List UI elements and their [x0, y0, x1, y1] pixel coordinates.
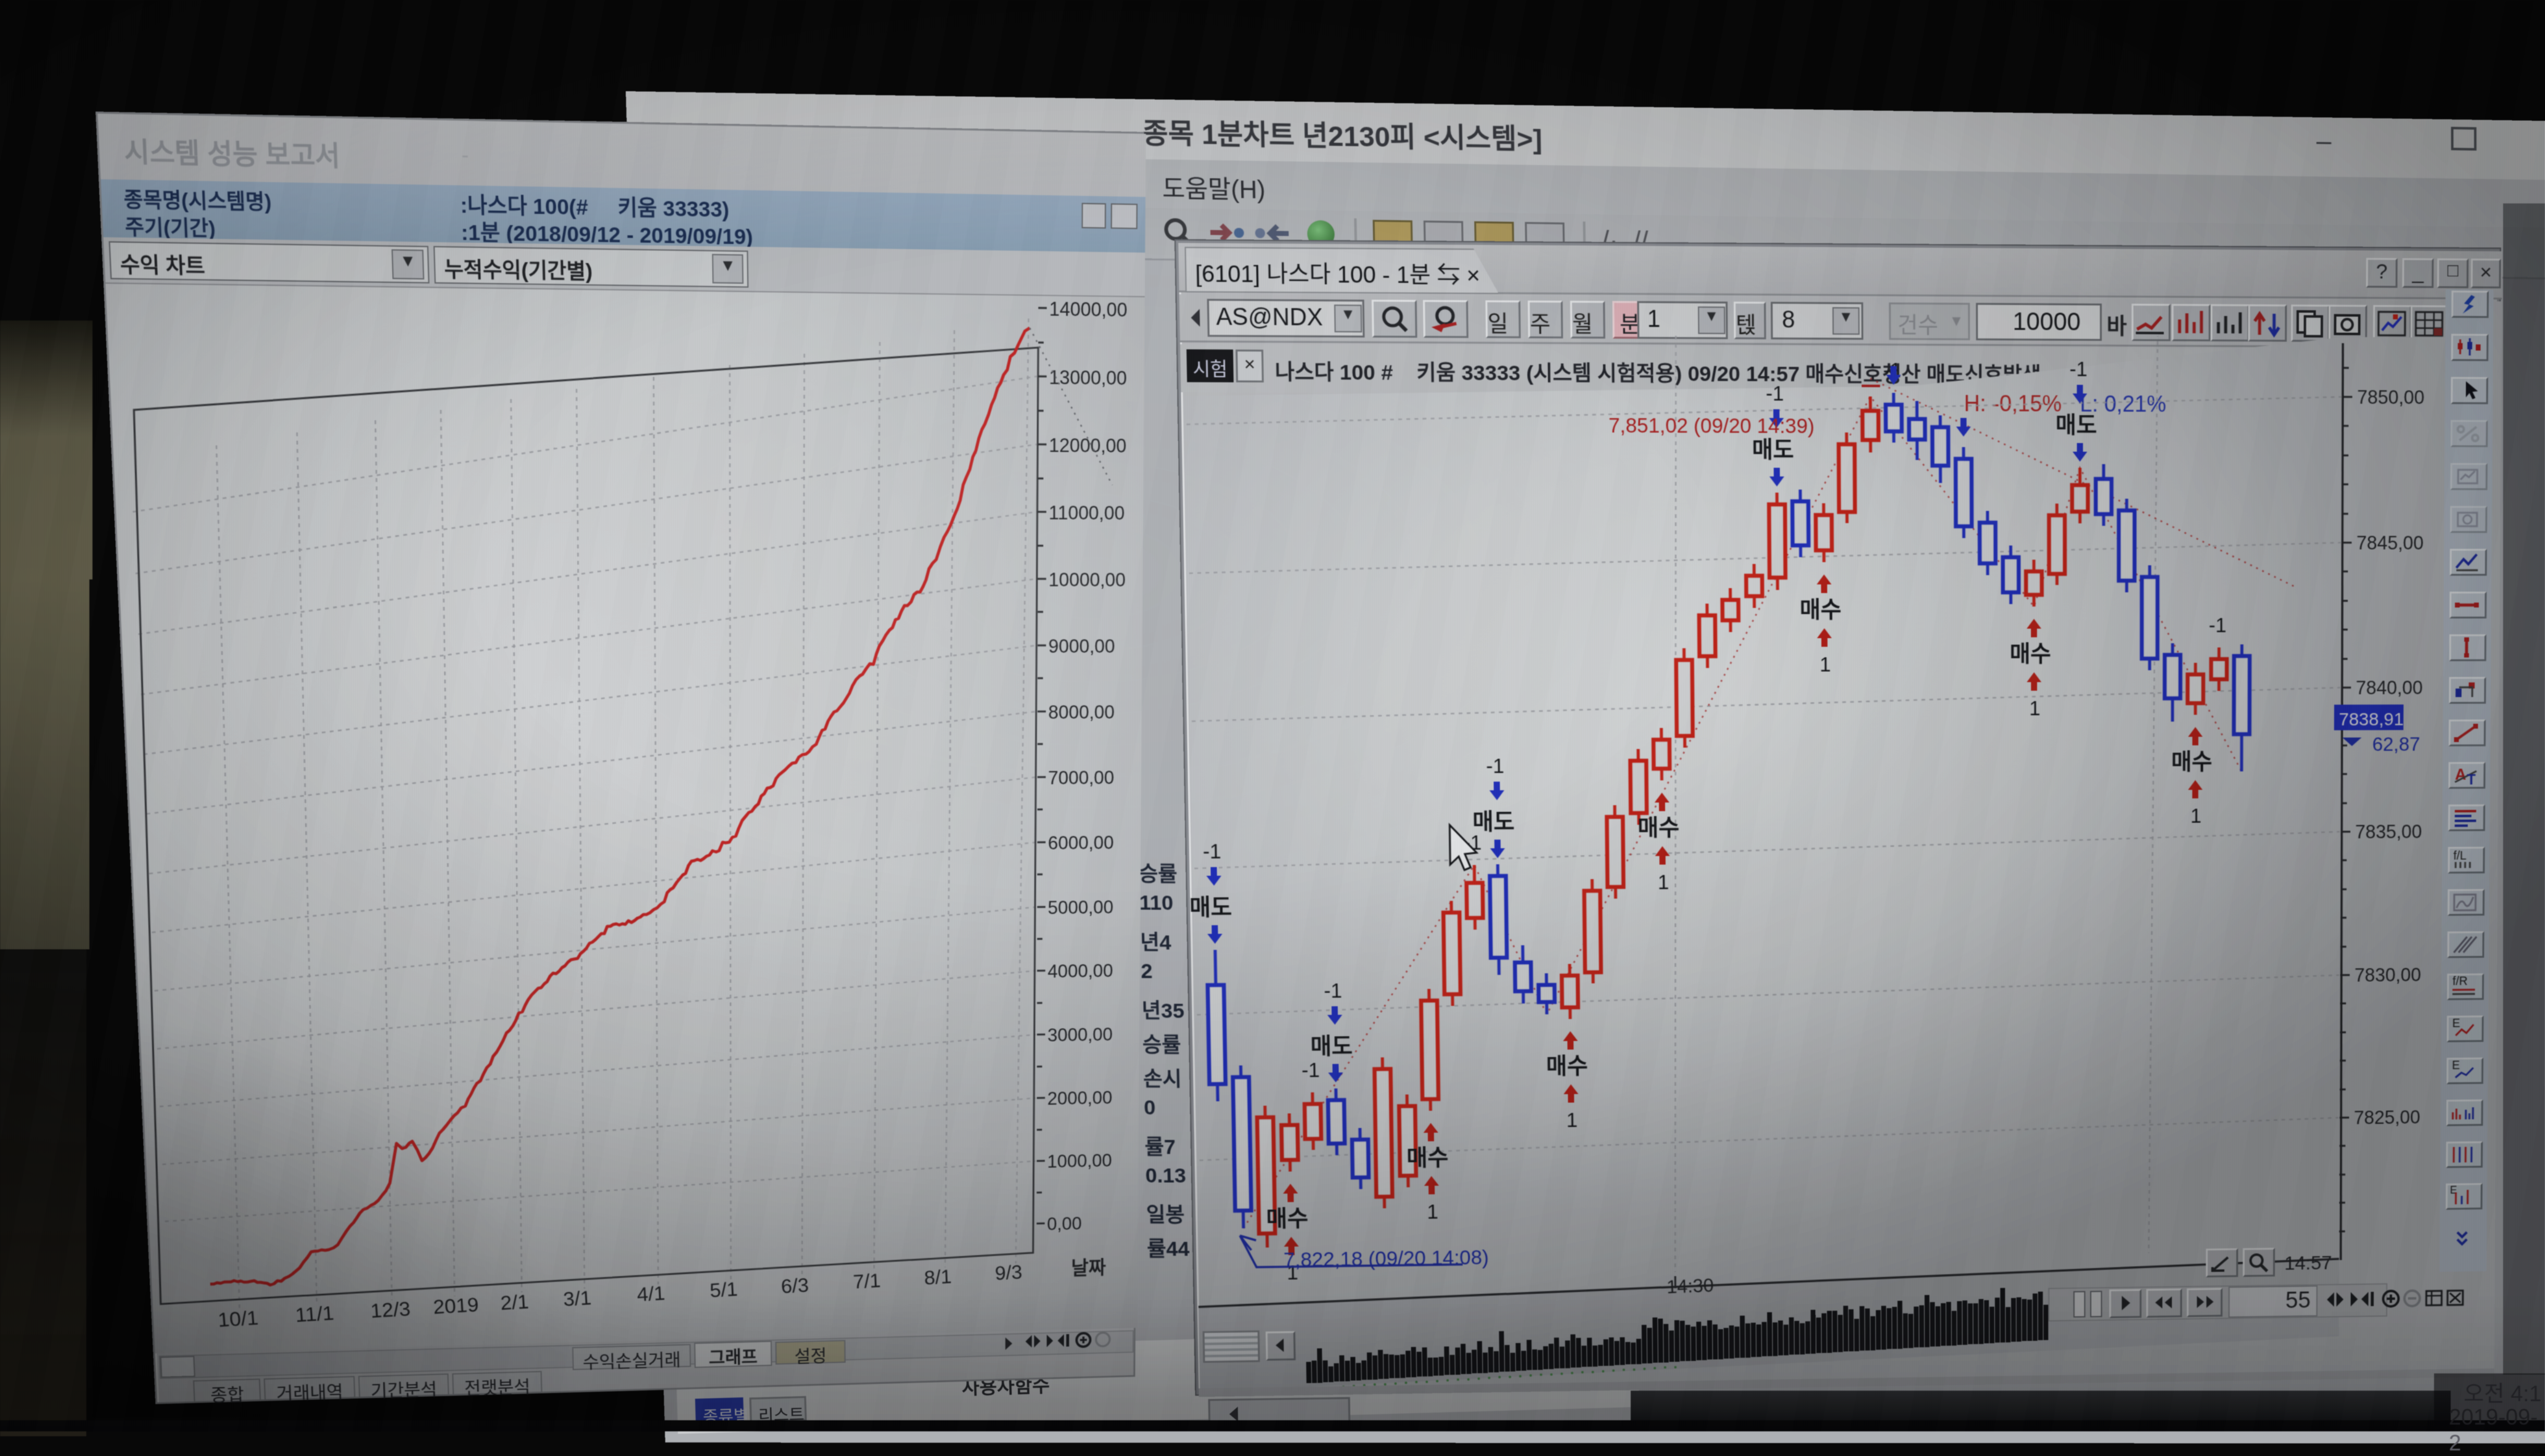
svg-text:-1: -1	[1766, 383, 1784, 406]
svg-text:0,00: 0,00	[1047, 1214, 1082, 1234]
svg-text:8000,00: 8000,00	[1048, 702, 1115, 723]
svg-text:7830,00: 7830,00	[2354, 964, 2421, 986]
svg-text:1: 1	[1819, 653, 1830, 676]
svg-text:2/1: 2/1	[500, 1291, 530, 1314]
svg-text:10/1: 10/1	[217, 1307, 259, 1331]
svg-text:3000,00: 3000,00	[1047, 1025, 1113, 1045]
svg-text:7,851,02 (09/20 14:39): 7,851,02 (09/20 14:39)	[1609, 414, 1814, 438]
svg-text:5000,00: 5000,00	[1047, 898, 1113, 918]
svg-text:7825,00: 7825,00	[2354, 1106, 2420, 1128]
svg-text:매도: 매도	[1189, 895, 1232, 921]
svg-text:매수: 매수	[1406, 1145, 1448, 1171]
svg-text:매도: 매도	[1310, 1034, 1353, 1060]
svg-text:f/R: f/R	[2453, 975, 2468, 988]
svg-text:-1: -1	[2209, 615, 2227, 637]
svg-text:매도: 매도	[2055, 413, 2097, 439]
svg-text:매수: 매수	[1546, 1054, 1588, 1080]
svg-text:11/1: 11/1	[295, 1302, 335, 1327]
svg-text:-1: -1	[1203, 841, 1221, 864]
svg-text:H: -0,15%: H: -0,15%	[1964, 391, 2062, 416]
svg-text:12/3: 12/3	[370, 1298, 411, 1322]
svg-text:매도: 매도	[1752, 438, 1794, 464]
svg-text:-1: -1	[1324, 980, 1342, 1003]
svg-text:7,822,18 (09/20 14:08): 7,822,18 (09/20 14:08)	[1284, 1246, 1489, 1271]
svg-text:-1: -1	[1486, 755, 1504, 778]
svg-text:T: T	[2467, 772, 2475, 787]
svg-text:7845,00: 7845,00	[2356, 533, 2424, 554]
svg-text:62,87: 62,87	[2372, 734, 2420, 755]
svg-text:매수: 매수	[2171, 750, 2212, 775]
svg-text:매도: 매도	[1472, 809, 1515, 835]
svg-text:8/1: 8/1	[924, 1266, 952, 1289]
svg-text:매수: 매수	[1266, 1206, 1308, 1232]
svg-text:매수: 매수	[1800, 597, 1842, 623]
svg-text:13000,00: 13000,00	[1049, 367, 1127, 390]
svg-text:7850,00: 7850,00	[2357, 386, 2424, 408]
svg-text:4/1: 4/1	[636, 1282, 665, 1306]
svg-text:1000,00: 1000,00	[1047, 1151, 1112, 1172]
svg-text:1: 1	[2191, 805, 2202, 827]
svg-text:7000,00: 7000,00	[1048, 768, 1114, 789]
svg-text:7840,00: 7840,00	[2356, 677, 2423, 698]
svg-text:E: E	[2452, 1059, 2460, 1072]
svg-text:3/1: 3/1	[562, 1286, 592, 1310]
svg-text:10000,00: 10000,00	[1049, 570, 1126, 591]
svg-text:2000,00: 2000,00	[1047, 1088, 1113, 1109]
svg-text:-1: -1	[1301, 1059, 1320, 1082]
svg-text:f/L: f/L	[2453, 849, 2467, 862]
svg-text:6000,00: 6000,00	[1048, 833, 1114, 854]
svg-text:14000,00: 14000,00	[1049, 299, 1128, 322]
svg-text:7838,91: 7838,91	[2339, 709, 2404, 729]
svg-text:7835,00: 7835,00	[2355, 821, 2422, 843]
svg-text:7/1: 7/1	[853, 1269, 881, 1293]
svg-text:1: 1	[1427, 1201, 1438, 1223]
svg-text:날짜: 날짜	[1071, 1257, 1106, 1279]
svg-text:9/3: 9/3	[994, 1261, 1022, 1285]
svg-text:1: 1	[1658, 872, 1670, 894]
svg-text:9000,00: 9000,00	[1048, 636, 1115, 657]
svg-text:매수: 매수	[1637, 816, 1679, 841]
svg-text:2019: 2019	[432, 1293, 479, 1318]
svg-text:4000,00: 4000,00	[1047, 961, 1113, 982]
svg-text:1: 1	[2029, 698, 2040, 720]
svg-text:14:30: 14:30	[1666, 1275, 1715, 1298]
svg-text:11000,00: 11000,00	[1049, 502, 1125, 524]
svg-text:E: E	[2452, 1017, 2460, 1030]
svg-text:1: 1	[1566, 1110, 1578, 1132]
svg-text:매수: 매수	[2010, 642, 2051, 667]
svg-text:6/3: 6/3	[781, 1274, 809, 1298]
svg-text:5/1: 5/1	[709, 1278, 738, 1301]
svg-text:-1: -1	[2070, 358, 2088, 381]
